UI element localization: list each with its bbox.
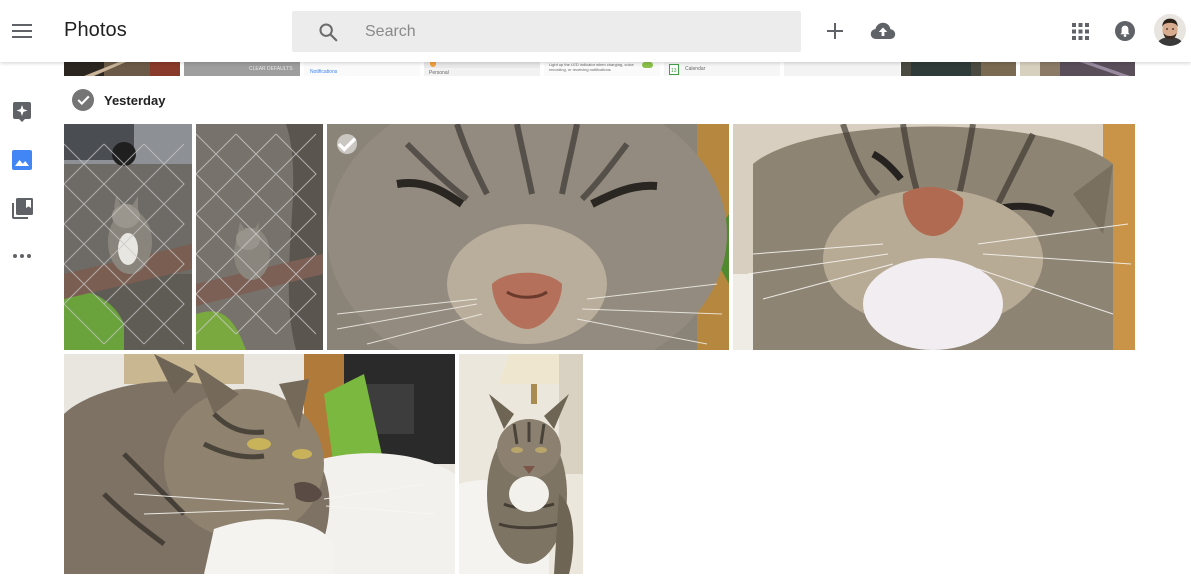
search-box[interactable] [292,11,801,52]
photo-thumbnail[interactable] [901,62,1016,76]
date-section-header: Yesterday [72,89,165,111]
photo-thumbnail[interactable] [733,124,1135,350]
screenshot-thumbnail[interactable]: CLEAR DEFAULTS [184,62,300,76]
app-title[interactable]: Photos [64,19,127,42]
avatar[interactable] [1154,14,1186,46]
search-input[interactable] [365,22,765,41]
screenshot-text: CLEAR DEFAULTS [249,66,293,72]
top-app-bar: Photos [0,0,1191,62]
user-avatar-image [1154,14,1186,46]
select-all-day-checkbox[interactable] [72,89,94,111]
photo-thumbnail[interactable] [459,354,583,574]
screenshot-text: Personal [429,70,449,76]
more-horizontal-icon [13,254,31,258]
upload-button[interactable] [869,18,897,44]
date-label: Yesterday [104,92,166,108]
photo-thumbnail[interactable] [64,62,180,76]
apps-grid-icon [1071,22,1089,40]
notifications-button[interactable] [1113,19,1137,43]
photo-thumbnail[interactable] [327,124,729,350]
screenshot-thumbnail[interactable]: 13 Calendar [664,62,780,76]
add-icon [827,23,843,39]
screenshot-thumbnail[interactable]: Light up the LED indicator when charging… [544,62,660,76]
photo-thumbnail[interactable] [196,124,323,350]
screenshot-text: Notifications [310,69,338,75]
main-menu-button[interactable] [8,13,36,49]
menu-icon [12,24,32,38]
assistant-sparkle-icon [13,102,31,122]
search-icon[interactable] [317,21,339,43]
albums-icon [11,197,33,219]
screenshot-text: Calendar [685,66,706,72]
select-photo-checkbox[interactable] [337,134,357,154]
photo-thumbnail[interactable] [64,354,455,574]
screenshot-text: Light up the LED indicator when charging… [549,62,634,72]
sidebar-item-photos[interactable] [10,148,34,172]
sidebar-item-more[interactable] [10,244,34,268]
sidebar-item-assistant[interactable] [10,100,34,124]
create-button[interactable] [823,19,847,43]
check-icon [76,95,90,105]
apps-button[interactable] [1068,19,1092,43]
upload-icon [870,22,896,39]
check-icon [337,137,357,152]
photo-thumbnail[interactable] [1020,62,1135,76]
screenshot-thumbnail[interactable]: Personal [424,62,540,76]
notifications-icon [1115,21,1135,41]
screenshot-thumbnail[interactable]: Notifications [304,62,420,76]
screenshot-thumbnail[interactable] [784,62,900,76]
photo-icon [12,150,32,170]
photo-thumbnail[interactable] [64,124,192,350]
screenshot-text: 13 [671,68,677,74]
sidebar-item-albums[interactable] [10,196,34,220]
